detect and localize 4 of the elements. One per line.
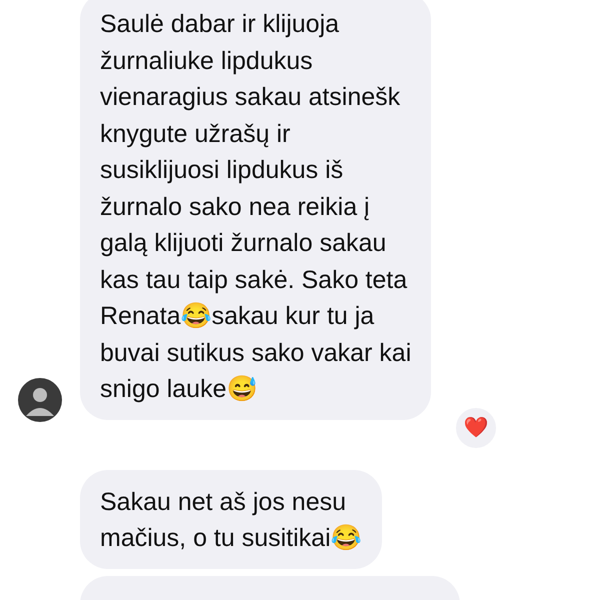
message-text: Saulė dabar ir klijuoja žurnaliuke lipdukus vienaragius sakau atsinešk knygute užrašų ir susiklijuosi lipdukus iš žurnalo sako nea reikia į galą klijuoti žurnalo sakau kas tau taip sakė. Sako teta Renata😂sakau kur tu ja buvai sutikus sako vakar kai snigo lauke😅	[100, 9, 412, 405]
avatar[interactable]	[18, 378, 62, 422]
reaction-badge[interactable]: ❤	[454, 406, 498, 450]
message-text: Sakau net aš jos nesu mačius, o tu susitikai😂	[100, 486, 362, 554]
